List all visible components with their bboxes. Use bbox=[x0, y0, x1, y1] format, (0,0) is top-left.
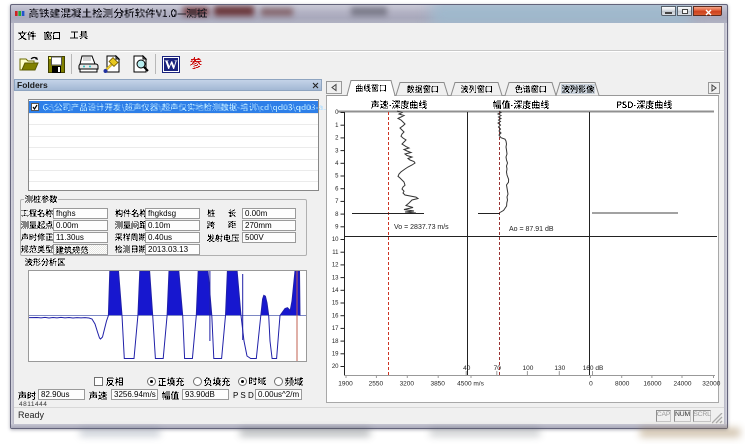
svg-text:24000: 24000 bbox=[673, 381, 691, 388]
svg-text:12: 12 bbox=[332, 263, 339, 269]
svg-text:100: 100 bbox=[522, 365, 533, 372]
svg-text:1: 1 bbox=[335, 123, 339, 129]
svg-text:6: 6 bbox=[335, 186, 339, 192]
svg-text:20: 20 bbox=[332, 364, 339, 370]
svg-text:70: 70 bbox=[494, 365, 502, 372]
svg-text:0: 0 bbox=[589, 381, 593, 388]
svg-text:32000 u: 32000 u bbox=[702, 381, 722, 388]
svg-text:16: 16 bbox=[332, 313, 339, 319]
svg-text:10: 10 bbox=[332, 237, 339, 243]
svg-text:4: 4 bbox=[335, 161, 339, 167]
svg-text:7: 7 bbox=[335, 199, 339, 205]
svg-text:18: 18 bbox=[332, 339, 339, 345]
svg-text:1900: 1900 bbox=[338, 381, 353, 388]
svg-text:2550: 2550 bbox=[369, 381, 384, 388]
svg-text:160 dB: 160 dB bbox=[583, 365, 604, 372]
svg-text:2: 2 bbox=[335, 136, 339, 142]
svg-text:13: 13 bbox=[332, 275, 339, 281]
svg-text:8000: 8000 bbox=[615, 381, 630, 388]
svg-text:11: 11 bbox=[332, 250, 339, 256]
svg-text:3200: 3200 bbox=[400, 381, 415, 388]
svg-text:3: 3 bbox=[335, 148, 339, 154]
svg-text:3850: 3850 bbox=[430, 381, 445, 388]
svg-text:40: 40 bbox=[463, 365, 471, 372]
svg-text:5: 5 bbox=[335, 174, 339, 180]
svg-text:16000: 16000 bbox=[643, 381, 661, 388]
svg-text:19: 19 bbox=[332, 352, 339, 358]
svg-text:8: 8 bbox=[335, 212, 339, 218]
svg-text:4500 m/s: 4500 m/s bbox=[457, 381, 484, 388]
svg-text:15: 15 bbox=[332, 301, 339, 307]
svg-text:14: 14 bbox=[332, 288, 339, 294]
svg-text:17: 17 bbox=[332, 326, 339, 332]
svg-text:130: 130 bbox=[554, 365, 565, 372]
svg-text:W: W bbox=[165, 57, 178, 72]
svg-text:9: 9 bbox=[335, 225, 339, 231]
